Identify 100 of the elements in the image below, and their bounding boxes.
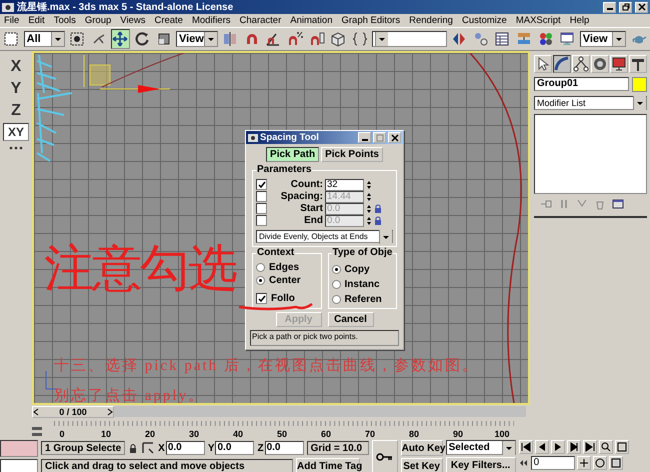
mode-button[interactable]: Pick Points — [321, 147, 383, 162]
align-icon — [472, 31, 489, 47]
object-name-field[interactable]: Group01 — [534, 77, 629, 91]
menu-item[interactable]: Character — [240, 15, 282, 26]
menu-item[interactable]: Edit — [28, 15, 45, 26]
menu-item[interactable]: Graph Editors — [341, 15, 400, 26]
angle-snap-icon — [265, 31, 282, 47]
select-object-icon — [69, 31, 85, 47]
app-logo-icon — [248, 132, 258, 142]
z-coordinate-field[interactable]: 0.0 — [264, 441, 304, 455]
y-coordinate-field[interactable]: 0.0 — [215, 441, 254, 455]
transform-mode-icon — [141, 441, 156, 455]
close-button[interactable] — [388, 132, 401, 143]
radio-button[interactable] — [256, 276, 265, 285]
dialog-button[interactable]: Cancel — [328, 312, 374, 327]
menu-item[interactable]: Rendering — [409, 15, 453, 26]
menu-item[interactable]: Modifiers — [192, 15, 231, 26]
grid-size: Grid = 10.0 — [306, 441, 369, 455]
menu-item[interactable]: MAXScript — [516, 15, 561, 26]
restore-button[interactable] — [619, 2, 632, 12]
parameter-field[interactable]: 32 — [325, 178, 364, 190]
radio-button[interactable] — [332, 280, 340, 289]
time-slider-thumb[interactable]: 0 / 100 — [32, 406, 114, 418]
playback-button[interactable] — [534, 440, 549, 454]
schematic-icon — [516, 31, 532, 47]
key-filters-button[interactable]: Key Filters... — [446, 457, 516, 472]
group-title: Parameters — [256, 164, 312, 175]
dialog-title: Spacing Tool — [260, 132, 320, 143]
radio-button[interactable] — [332, 295, 340, 304]
radio-button[interactable] — [256, 263, 265, 272]
playback-button[interactable] — [592, 456, 607, 470]
zoom-icon — [600, 442, 611, 452]
axis-label: X — [158, 442, 165, 454]
toolbar-button[interactable] — [110, 29, 130, 49]
tick-label: 70 — [365, 429, 375, 439]
toolbar-dropdown[interactable]: View — [580, 31, 626, 47]
close-button[interactable] — [635, 2, 648, 12]
menu-item[interactable]: Create — [154, 15, 183, 26]
modifier-stack[interactable] — [534, 114, 647, 194]
toolbar-dropdown[interactable] — [372, 31, 447, 47]
key-mode-dropdown[interactable]: Selected — [446, 440, 516, 455]
braces-icon — [352, 31, 368, 47]
axis-constraint-button[interactable]: X — [3, 57, 29, 75]
playback-button[interactable] — [518, 440, 533, 454]
modifier-list-dropdown[interactable]: Modifier List — [534, 96, 647, 110]
add-time-tag-button[interactable]: Add Time Tag — [296, 458, 360, 472]
time-slider-track[interactable]: 0 / 100 — [32, 406, 526, 416]
minimize-button[interactable] — [358, 132, 371, 143]
mode-button[interactable]: Pick Path — [266, 147, 320, 162]
viewport[interactable] — [32, 51, 530, 405]
minimize-button[interactable] — [603, 2, 616, 12]
menu-item[interactable]: Animation — [290, 15, 332, 26]
close-icon — [638, 3, 646, 11]
close-icon — [390, 134, 398, 142]
playback-button[interactable] — [566, 440, 581, 454]
playback-button[interactable] — [582, 440, 597, 454]
panel-tab[interactable] — [553, 55, 571, 73]
menu-item[interactable]: Tools — [54, 15, 76, 26]
axis-tripod-icon — [46, 370, 58, 390]
radio-button[interactable] — [332, 265, 340, 274]
playback-button[interactable] — [576, 456, 591, 470]
script-listener-field[interactable] — [0, 440, 38, 457]
track-bar-icon — [30, 425, 44, 439]
x-coordinate-field[interactable]: 0.0 — [166, 441, 205, 455]
distribution-dropdown[interactable]: Divide Evenly, Objects at Ends — [256, 230, 393, 243]
maximize-view-icon — [610, 458, 621, 468]
axis-constraint-button[interactable]: Z — [3, 101, 29, 119]
auto-key-button[interactable]: Auto Key — [400, 440, 443, 456]
object-color-swatch[interactable] — [632, 77, 647, 92]
dropdown-arrow-icon — [382, 234, 390, 240]
toolbar-dropdown[interactable]: View — [176, 31, 218, 47]
spinner-icon — [366, 180, 372, 190]
percent-snap-icon — [287, 31, 304, 47]
playback-button[interactable] — [550, 440, 565, 454]
pin-icon — [540, 198, 552, 210]
track-view-icon — [494, 31, 510, 47]
toolbar-dropdown[interactable]: All — [24, 31, 65, 47]
script-listener-field[interactable] — [0, 459, 38, 472]
current-frame-field[interactable]: 0 — [530, 456, 575, 470]
tick-label: 10 — [101, 429, 111, 439]
axis-constraint-button[interactable]: XY — [3, 123, 29, 141]
playback-button[interactable] — [598, 440, 613, 454]
set-key-button[interactable]: Set Key — [400, 458, 443, 472]
menu-item[interactable]: Views — [120, 15, 146, 26]
menu-item[interactable]: Help — [570, 15, 590, 26]
playback-button[interactable] — [614, 440, 629, 454]
axis-constraint-button[interactable]: Y — [3, 79, 29, 97]
check-icon — [258, 180, 266, 188]
menu-item[interactable]: Customize — [462, 15, 507, 26]
checkbox[interactable] — [256, 179, 267, 190]
checkbox[interactable] — [256, 293, 267, 304]
mirror-icon — [451, 31, 468, 47]
menu-item[interactable]: Group — [84, 15, 112, 26]
menu-item[interactable]: File — [4, 15, 20, 26]
parameter-label: End — [303, 215, 323, 226]
tick-label: 0 — [60, 429, 64, 439]
playback-button[interactable] — [608, 456, 623, 470]
time-ruler[interactable]: 0 10 20 30 40 50 60 70 80 90 100 — [54, 419, 514, 439]
set-key-button[interactable] — [372, 440, 398, 472]
handwritten-annotation: 注意勾选 — [44, 238, 236, 299]
